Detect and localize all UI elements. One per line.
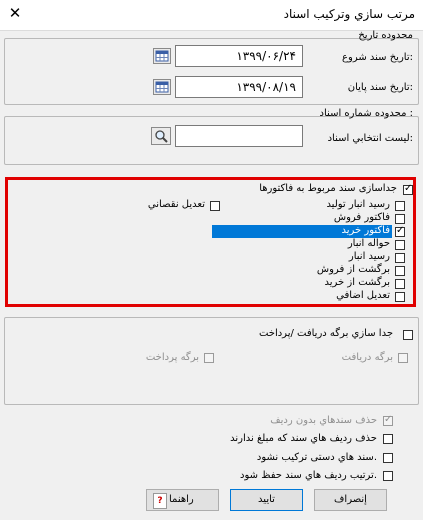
deficit-adjustment-checkbox[interactable] — [210, 201, 220, 211]
item-checkbox[interactable]: ✓ — [395, 225, 405, 237]
item-checkbox[interactable] — [395, 214, 405, 224]
list-item-selected[interactable]: ✓ فاکتور خريد — [212, 225, 407, 238]
start-date-value: ۱۳۹۹/۰۶/۲۴ — [236, 49, 296, 63]
list-item[interactable]: تعديل اضافي — [207, 290, 407, 303]
magnifier-icon — [155, 130, 168, 143]
item-label: رسيد انبار — [348, 251, 390, 262]
start-date-label: تاريخ سند شروع: — [342, 52, 413, 63]
ok-button[interactable]: تاييد — [230, 489, 303, 511]
doc-number-group-label: محدوده شماره اسناد : — [319, 108, 413, 119]
delete-empty-docs-label: حذف سندهاي بدون رديف — [270, 415, 377, 426]
item-label: برگشت از فروش — [316, 264, 390, 275]
invoice-type-list: رسيد انبار توليد فاکتور فروش ✓ فاکتور خر… — [12, 199, 407, 303]
help-label: راهنما — [169, 494, 194, 505]
end-date-calendar-button[interactable] — [153, 79, 171, 95]
receipt-payment-checkbox[interactable] — [403, 330, 413, 340]
calendar-icon — [155, 50, 169, 62]
receipt-checkbox[interactable] — [398, 353, 408, 363]
list-item[interactable]: برگشت از فروش — [207, 264, 407, 277]
item-checkbox[interactable] — [395, 279, 405, 289]
item-label: برگشت از خريد — [324, 277, 391, 288]
invoice-separation-checkbox[interactable]: ✓ — [403, 183, 413, 195]
delete-zero-rows-checkbox[interactable] — [383, 434, 393, 444]
start-date-calendar-button[interactable] — [153, 48, 171, 64]
no-merge-manual-label: سند هاي دستی ترکيب نشود. — [256, 452, 377, 463]
calendar-icon — [155, 81, 169, 93]
keep-row-order-label: ترتيب رديف هاي سند حفظ شود. — [240, 470, 377, 481]
invoice-separation-label: جداسازی سند مربوط به فاکتورها — [259, 183, 397, 194]
receipt-label: برگه دريافت — [341, 352, 393, 363]
list-item[interactable]: فاکتور فروش — [207, 212, 407, 225]
item-checkbox[interactable] — [395, 292, 405, 302]
payment-label: برگه پرداخت — [145, 352, 199, 363]
no-merge-manual-checkbox[interactable] — [383, 453, 393, 463]
payment-checkbox[interactable] — [204, 353, 214, 363]
date-range-group-label: محدوده تاريخ — [358, 30, 413, 41]
receipt-payment-label: جدا سازي برگه دريافت /پرداخت — [258, 328, 393, 339]
item-checkbox[interactable] — [395, 253, 405, 263]
start-date-input[interactable]: ۱۳۹۹/۰۶/۲۴ — [175, 45, 303, 67]
help-icon: ? — [153, 493, 167, 509]
item-label: حواله انبار — [347, 238, 390, 249]
doc-list-label: ليست انتخابي اسناد: — [327, 133, 413, 144]
deficit-adjustment-label: تعديل نقصاني — [147, 199, 205, 210]
end-date-input[interactable]: ۱۳۹۹/۰۸/۱۹ — [175, 76, 303, 98]
cancel-button[interactable]: إنصراف — [314, 489, 387, 511]
item-label: فاکتور فروش — [333, 212, 390, 223]
deficit-adjustment-option[interactable]: تعديل نقصاني — [112, 199, 222, 212]
window-title: مرتب سازي وترکيب اسناد — [283, 7, 415, 21]
keep-row-order-checkbox[interactable] — [383, 471, 393, 481]
close-icon[interactable]: ✕ — [8, 5, 22, 21]
item-label: فاکتور خريد — [341, 225, 390, 236]
title-bar: مرتب سازي وترکيب اسناد ✕ — [0, 0, 423, 31]
item-checkbox[interactable] — [395, 240, 405, 250]
end-date-label: تاريخ سند پايان: — [347, 82, 413, 93]
item-label: تعديل اضافي — [336, 290, 390, 301]
list-item[interactable]: رسيد انبار — [207, 251, 407, 264]
delete-zero-rows-label: حذف رديف هاي سند که مبلغ ندارند — [230, 433, 377, 444]
list-item[interactable]: برگشت از خريد — [207, 277, 407, 290]
list-item[interactable]: حواله انبار — [207, 238, 407, 251]
help-button[interactable]: ? راهنما — [146, 489, 219, 511]
item-label: رسيد انبار توليد — [326, 199, 390, 210]
doc-list-search-button[interactable] — [151, 127, 171, 145]
item-checkbox[interactable] — [395, 266, 405, 276]
doc-list-input[interactable] — [175, 125, 303, 147]
end-date-value: ۱۳۹۹/۰۸/۱۹ — [236, 80, 296, 94]
item-checkbox[interactable] — [395, 201, 405, 211]
delete-empty-docs-checkbox[interactable]: ✓ — [383, 414, 393, 426]
